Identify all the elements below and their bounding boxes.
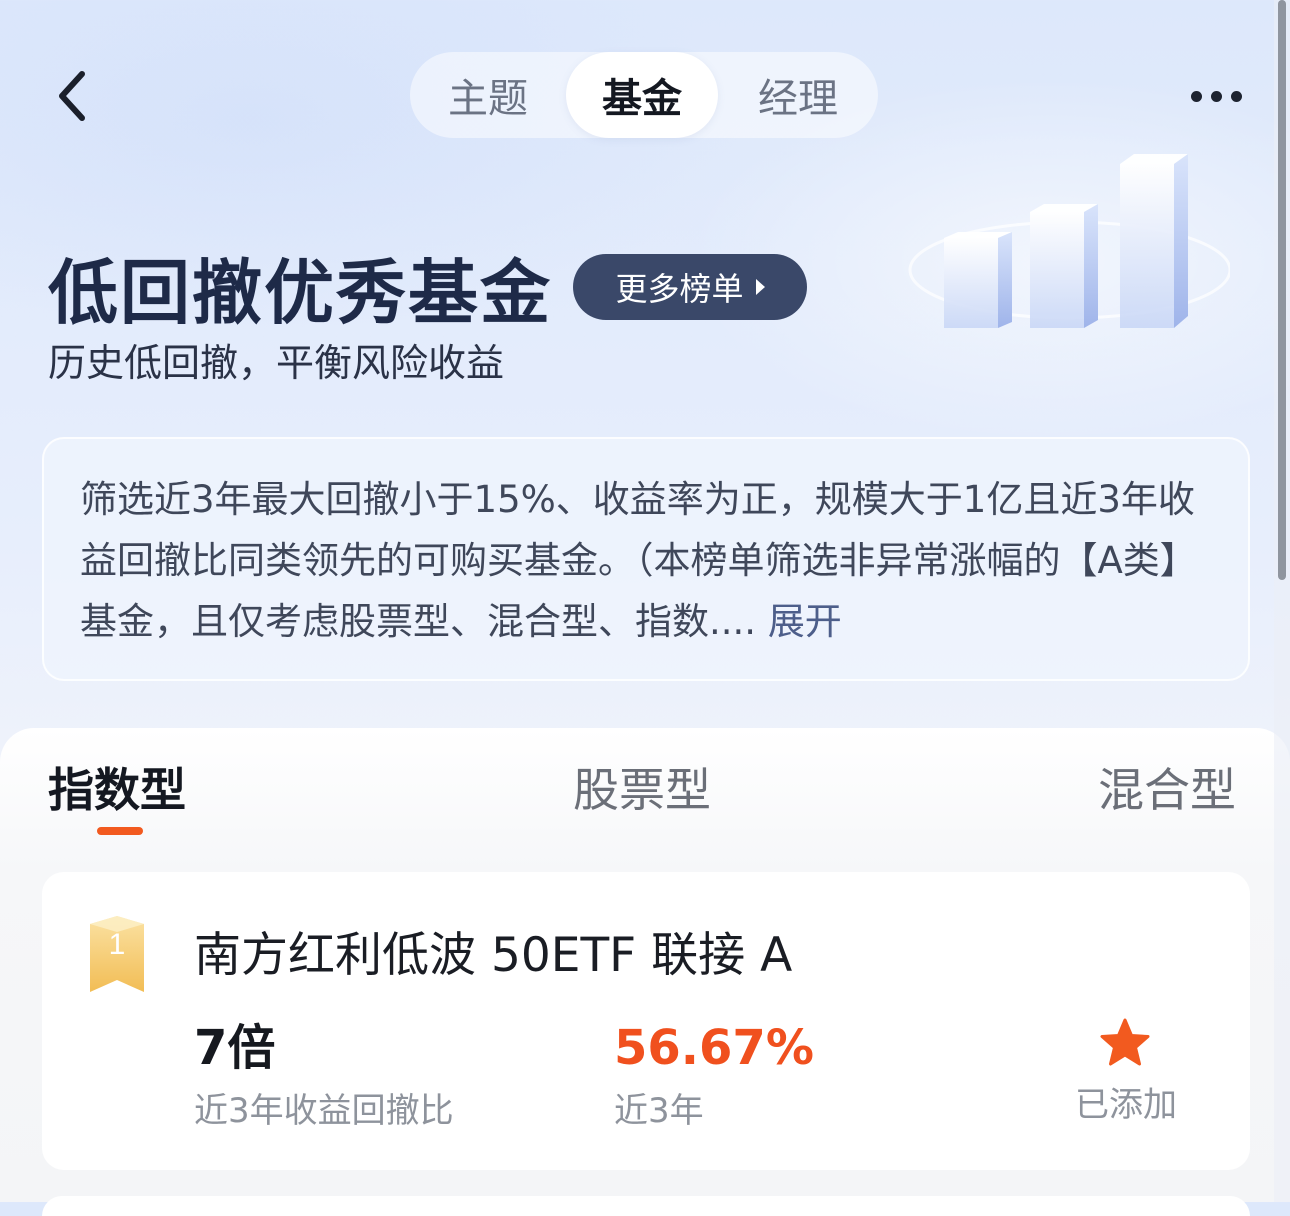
fund-card[interactable]: 1 南方红利低波 50ETF 联接 A 7倍 近3年收益回撤比 56.67% 近… — [42, 872, 1250, 1170]
tab-index-fund[interactable]: 指数型 — [48, 760, 186, 820]
more-options-button[interactable] — [1176, 78, 1256, 114]
more-lists-button[interactable]: 更多榜单 — [573, 254, 807, 320]
more-dots-icon — [1190, 90, 1202, 102]
three-year-return-value: 56.67% — [614, 1020, 814, 1076]
return-drawdown-ratio-label: 近3年收益回撤比 — [194, 1091, 454, 1131]
segment-tab-theme[interactable]: 主题 — [410, 52, 566, 138]
description-body: 筛选近3年最大回撤小于15%、收益率为正，规模大于1亿且近3年收益回撤比同类领先… — [80, 478, 1197, 643]
rank-badge: 1 — [90, 916, 144, 992]
scrollbar-thumb[interactable] — [1278, 0, 1286, 580]
back-button[interactable] — [48, 66, 96, 126]
rank-number: 1 — [108, 928, 126, 961]
tab-hybrid-fund[interactable]: 混合型 — [1098, 760, 1236, 820]
description-card: 筛选近3年最大回撤小于15%、收益率为正，规模大于1亿且近3年收益回撤比同类领先… — [42, 437, 1250, 681]
tab-stock-fund[interactable]: 股票型 — [573, 760, 711, 820]
active-tab-indicator — [97, 827, 143, 835]
segment-tab-manager[interactable]: 经理 — [718, 52, 878, 138]
return-drawdown-ratio-value: 7倍 — [194, 1020, 276, 1076]
bar-chart-illustration-icon — [908, 154, 1230, 328]
three-year-return-label: 近3年 — [614, 1091, 704, 1131]
description-text: 筛选近3年最大回撤小于15%、收益率为正，规模大于1亿且近3年收益回撤比同类领先… — [80, 469, 1220, 652]
scrollbar[interactable] — [1274, 0, 1290, 1202]
more-lists-label: 更多榜单 — [615, 270, 744, 308]
page-subtitle: 历史低回撤，平衡风险收益 — [48, 341, 505, 385]
segment-tab-fund[interactable]: 基金 — [566, 52, 718, 138]
added-label: 已添加 — [1075, 1085, 1177, 1125]
watchlist-added-button[interactable]: 已添加 — [1066, 1012, 1186, 1132]
star-icon — [1100, 1018, 1150, 1066]
category-segmented-control: 主题 基金 经理 — [410, 52, 878, 138]
caret-right-icon — [755, 279, 765, 295]
fund-name[interactable]: 南方红利低波 50ETF 联接 A — [194, 926, 792, 986]
page-title: 低回撤优秀基金 — [48, 252, 552, 334]
expand-link[interactable]: 展开 — [768, 600, 842, 643]
chevron-left-icon — [59, 71, 85, 121]
next-fund-card — [42, 1196, 1250, 1216]
